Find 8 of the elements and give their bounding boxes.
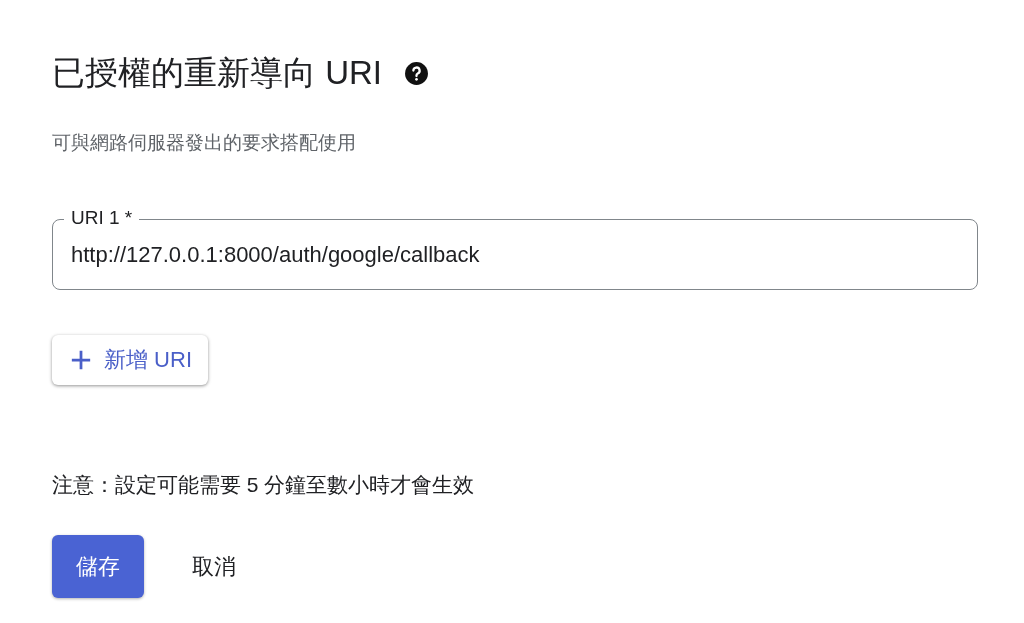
note-text: 注意：設定可能需要 5 分鐘至數小時才會生效 [52,472,476,498]
save-button[interactable]: 儲存 [52,535,144,598]
description-text: 可與網路伺服器發出的要求搭配使用 [52,131,357,155]
plus-icon [70,349,92,371]
add-uri-button[interactable]: 新增 URI [52,335,208,385]
help-icon[interactable] [404,60,429,86]
cancel-button[interactable]: 取消 [162,535,266,598]
page-title: 已授權的重新導向 URI [52,52,382,93]
